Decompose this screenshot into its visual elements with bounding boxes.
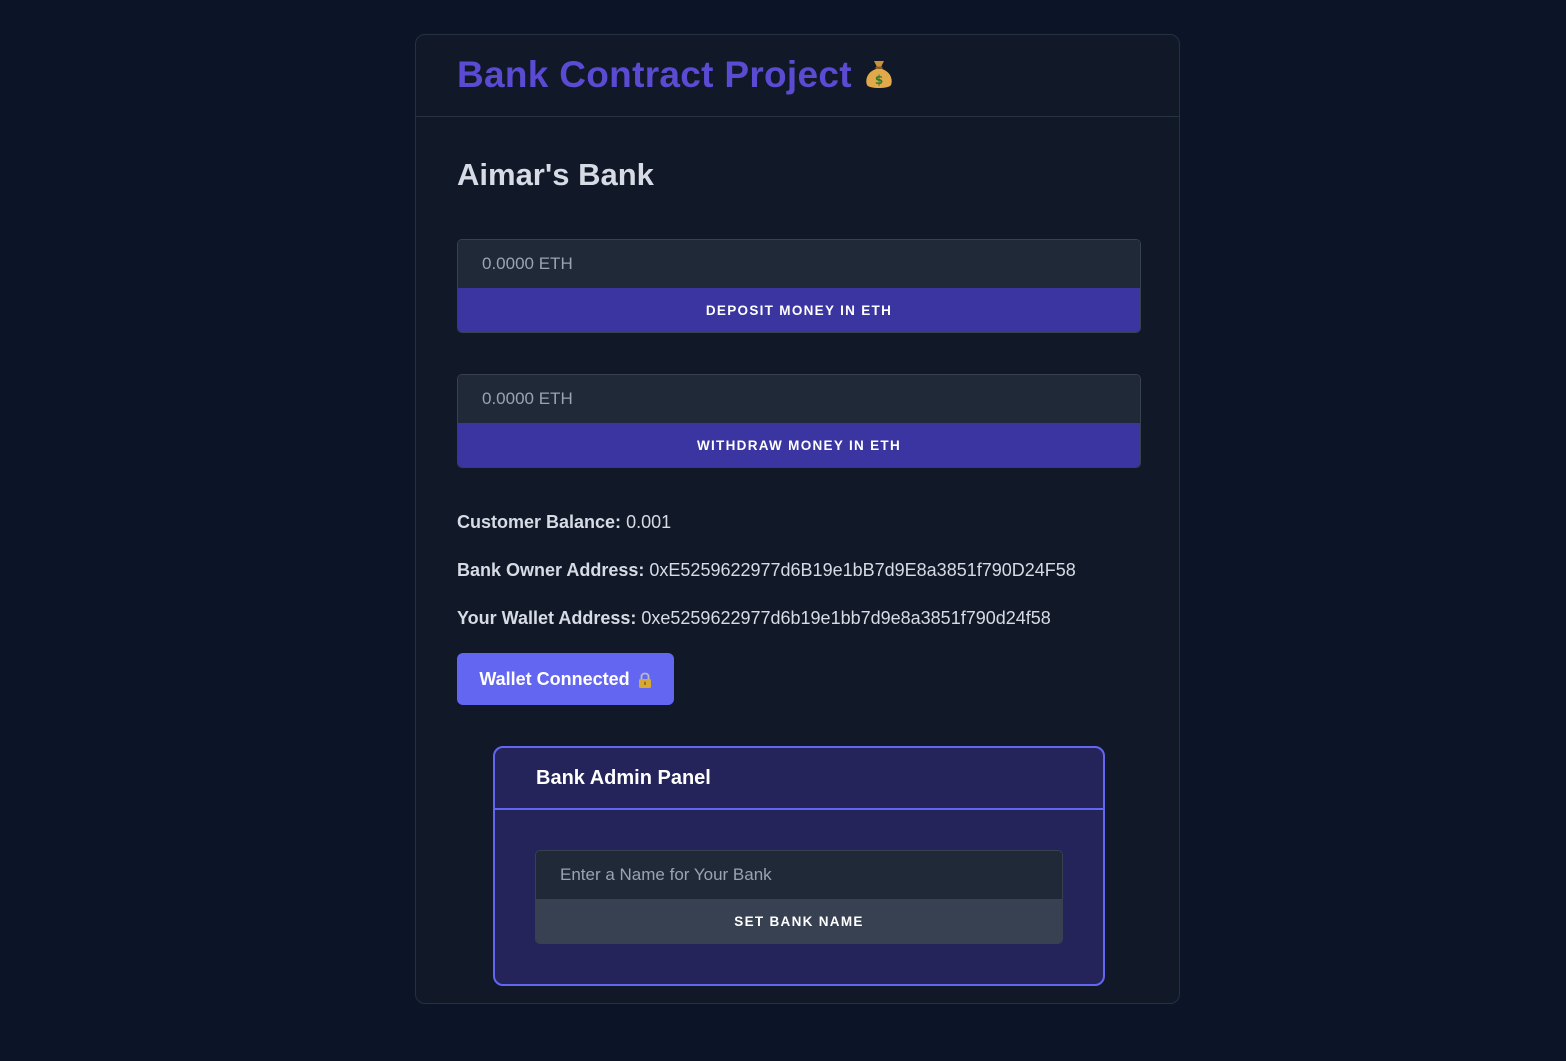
withdraw-form: Withdraw money in ETH [457,374,1141,468]
wallet-connected-label: Wallet Connected [479,668,630,689]
wallet-address-label: Your Wallet Address: [457,608,637,628]
bank-admin-panel: Bank Admin Panel Set Bank Name [493,746,1105,986]
withdraw-button[interactable]: Withdraw money in ETH [458,423,1140,467]
svg-text:$: $ [875,73,883,87]
deposit-form: Deposit money in ETH [457,239,1141,333]
bank-name-input[interactable] [536,851,1062,899]
money-bag-icon: $ [864,58,894,90]
wallet-connected-button[interactable]: Wallet Connected [457,653,674,705]
bank-owner-address-value: 0xE5259622977d6B19e1bB7d9E8a3851f790D24F… [649,560,1076,580]
admin-panel-body: Set Bank Name [495,810,1103,944]
wallet-address-value: 0xe5259622977d6b19e1bb7d9e8a3851f790d24f… [641,608,1051,628]
bank-card: Bank Contract Project $ Aimar's Bank Dep… [415,34,1180,1004]
customer-balance: Customer Balance: 0.001 [457,511,1139,533]
page-title-text: Bank Contract Project [457,53,852,95]
customer-balance-label: Customer Balance: [457,512,622,532]
set-bank-name-button[interactable]: Set Bank Name [536,899,1062,943]
bank-name-heading: Aimar's Bank [457,157,654,192]
wallet-address: Your Wallet Address: 0xe5259622977d6b19e… [457,607,1139,629]
deposit-amount-input[interactable] [458,240,1140,288]
withdraw-amount-input[interactable] [458,375,1140,423]
card-header: Bank Contract Project $ [416,35,1179,117]
customer-balance-value: 0.001 [626,512,672,532]
admin-panel-title: Bank Admin Panel [536,766,711,789]
admin-panel-header: Bank Admin Panel [495,748,1103,810]
set-bank-name-form: Set Bank Name [535,850,1063,944]
bank-owner-address: Bank Owner Address: 0xE5259622977d6B19e1… [457,559,1139,581]
page-title: Bank Contract Project [457,54,852,96]
bank-owner-address-label: Bank Owner Address: [457,560,645,580]
lock-icon [638,671,652,689]
card-body: Aimar's Bank Deposit money in ETH Withdr… [416,117,1179,986]
deposit-button[interactable]: Deposit money in ETH [458,288,1140,332]
